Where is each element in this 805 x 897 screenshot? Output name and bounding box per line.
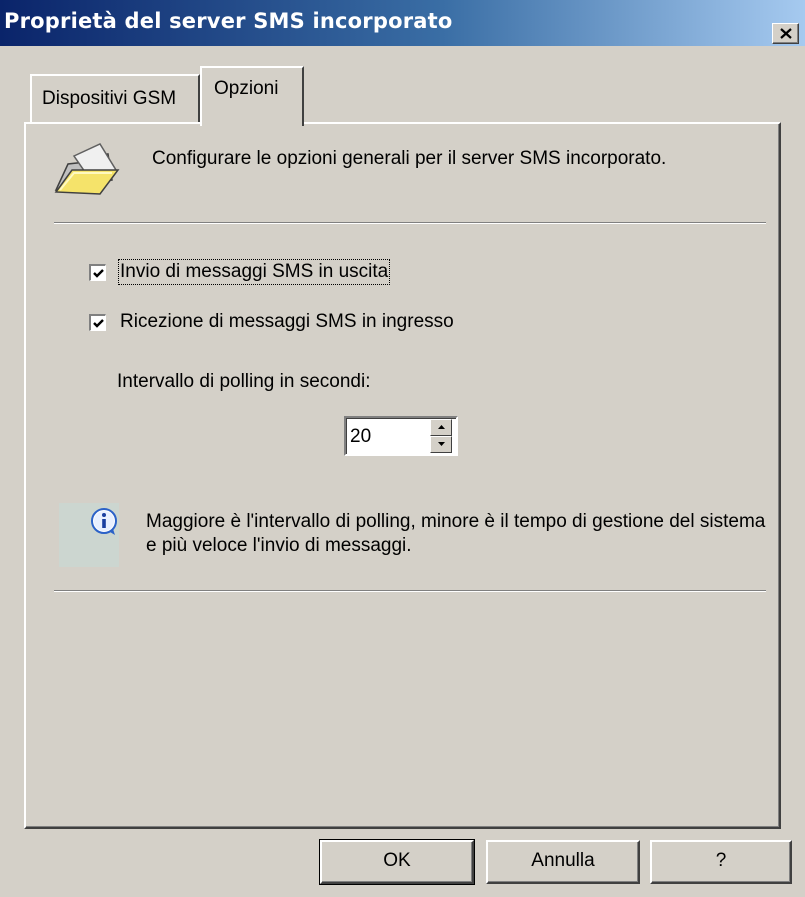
info-text: Maggiore è l'intervallo di polling, mino… — [146, 511, 766, 556]
title-bar: Proprietà del server SMS incorporato — [0, 0, 805, 46]
close-button[interactable] — [772, 23, 799, 44]
polling-interval-value[interactable]: 20 — [350, 426, 371, 448]
cancel-button[interactable]: Annulla — [486, 840, 640, 884]
close-icon — [780, 28, 792, 39]
info-icon — [91, 508, 117, 535]
spinner-down-button[interactable] — [430, 436, 452, 453]
incoming-sms-label[interactable]: Ricezione di messaggi SMS in ingresso — [120, 311, 454, 333]
bottom-separator — [54, 590, 766, 592]
outgoing-sms-checkbox[interactable] — [89, 264, 106, 281]
polling-interval-spinner[interactable]: 20 — [344, 416, 458, 456]
tab-dispositivi-gsm-label: Dispositivi GSM — [42, 88, 177, 109]
checkmark-icon — [93, 319, 104, 328]
window-title: Proprietà del server SMS incorporato — [4, 9, 453, 33]
outgoing-sms-label[interactable]: Invio di messaggi SMS in uscita — [117, 259, 391, 285]
checkmark-icon — [93, 269, 104, 278]
options-description: Configurare le opzioni generali per il s… — [152, 148, 667, 169]
top-separator — [54, 222, 766, 224]
tab-dispositivi-gsm[interactable]: Dispositivi GSM — [30, 74, 200, 123]
ok-button[interactable]: OK — [319, 839, 475, 885]
spinner-up-button[interactable] — [430, 419, 452, 436]
arrow-up-icon — [438, 425, 445, 429]
help-button[interactable]: ? — [650, 840, 792, 884]
folder-icon — [54, 143, 120, 195]
polling-interval-label: Intervallo di polling in secondi: — [117, 371, 371, 392]
tab-opzioni[interactable]: Opzioni — [200, 66, 304, 126]
incoming-sms-checkbox[interactable] — [89, 314, 106, 331]
options-tab-panel — [24, 122, 781, 829]
tab-opzioni-label: Opzioni — [214, 78, 279, 99]
arrow-down-icon — [438, 442, 445, 446]
